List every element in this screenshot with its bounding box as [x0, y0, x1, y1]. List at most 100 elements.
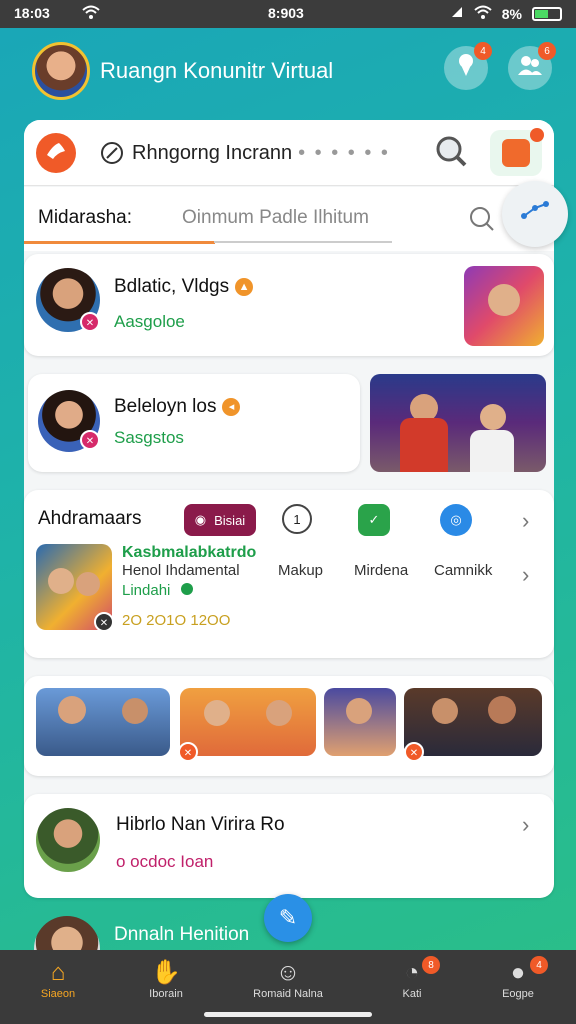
- nav-hand[interactable]: ✋ Iborain: [116, 958, 216, 1000]
- next-title: Dnnaln Henition: [114, 924, 250, 945]
- tab-row: Midarasha: Oinmum Padle Ilhitum: [24, 187, 554, 251]
- nav-label: Siaeon: [40, 988, 76, 1000]
- person-icon: ☺: [275, 959, 301, 986]
- chevron-right-icon[interactable]: ›: [522, 508, 529, 534]
- app-tile-button[interactable]: [490, 128, 544, 176]
- photo-thumbnail[interactable]: [404, 688, 542, 756]
- search-button[interactable]: [432, 134, 470, 172]
- chip-check-icon[interactable]: ✓: [358, 504, 390, 536]
- person-card-1[interactable]: ✕ Bdlatic, Vldgs ▲ Aasgoloe: [24, 254, 554, 356]
- avatar[interactable]: [32, 42, 90, 100]
- thumb-face: [488, 284, 520, 316]
- thumb-face: [266, 700, 292, 726]
- category-card: Ahdramaars ◉ Bisiai 1 ✓ ◎ › ✕ Kasbmalabka…: [24, 490, 554, 658]
- edit-fab[interactable]: ✎: [264, 894, 312, 942]
- wifi-icon: [82, 4, 100, 23]
- hand-icon: ✋: [151, 959, 181, 986]
- thumb-face: [480, 404, 506, 430]
- item-line2: Henol Ihdamental: [122, 562, 240, 579]
- thumb-face: [432, 698, 458, 724]
- home-indicator: [204, 1012, 372, 1017]
- status-time-center: 8:903: [268, 5, 304, 21]
- nav-label: Romaid Nalna: [253, 988, 323, 1000]
- photo-thumbnail[interactable]: [180, 688, 316, 756]
- battery-icon: [532, 6, 562, 21]
- nav-label: Kati: [402, 988, 422, 1000]
- wifi-icon: [474, 4, 492, 23]
- nav-person[interactable]: ☺ Romaid Nalna: [238, 958, 338, 1000]
- badge-icon: ✕: [404, 742, 424, 762]
- nav-label: Iborain: [149, 988, 183, 1000]
- hand-icon: [45, 141, 67, 166]
- photo-thumbnail[interactable]: [324, 688, 396, 756]
- share-fab[interactable]: [502, 181, 568, 247]
- nav-profile[interactable]: ● Eogpe 4: [468, 956, 568, 1000]
- compass-icon: ◔: [404, 959, 420, 986]
- search-row: Rhngorng Incrann • • • • • •: [24, 120, 554, 186]
- thumb-face: [76, 572, 100, 596]
- hand-button[interactable]: [36, 133, 76, 173]
- card-title: Bdlatic, Vldgs ▲: [114, 276, 254, 298]
- avatar: [36, 808, 100, 872]
- nav-label: Eogpe: [502, 988, 534, 1000]
- thumb-face: [122, 698, 148, 724]
- verified-icon: ▲: [235, 277, 254, 296]
- card-subtitle: o ocdoc Ioan: [116, 852, 214, 871]
- ice-cream-icon: [455, 53, 477, 83]
- person-card-5[interactable]: Hibrlo Nan Virira Ro o ocdoc Ioan ›: [24, 794, 554, 898]
- thumbnail-image[interactable]: [464, 266, 544, 346]
- status-bar: 18:03 8:903 8%: [0, 0, 576, 28]
- chip-number[interactable]: 1: [282, 504, 312, 534]
- status-dot-icon: [180, 583, 193, 595]
- thumb-body: [470, 430, 514, 472]
- search-input[interactable]: Rhngorng Incrann • • • • • •: [132, 142, 390, 165]
- verified-icon: ◂: [222, 397, 241, 416]
- badge-icon: ✕: [80, 312, 100, 332]
- card-title-text: Bdlatic, Vldgs: [114, 276, 230, 297]
- item-line3-text: Lindahi: [122, 582, 171, 599]
- nav-compass[interactable]: ◔ Kati 8: [362, 956, 462, 1000]
- play-icon: ◉: [194, 512, 207, 527]
- tab-progress-bar: [24, 241, 216, 244]
- group-button[interactable]: 6: [508, 42, 556, 90]
- pencil-icon: ✎: [278, 905, 298, 930]
- search-dots: • • • • • •: [298, 142, 390, 164]
- badge-icon: ✕: [178, 742, 198, 762]
- badge-icon: ✕: [80, 430, 100, 450]
- app-tile-icon: [502, 139, 530, 167]
- card-subtitle: Sasgstos: [114, 428, 184, 447]
- card-title: Belelоyn los ◂: [114, 396, 241, 418]
- profile-icon: ●: [510, 959, 526, 986]
- thumb-face: [346, 698, 372, 724]
- chevron-right-icon[interactable]: ›: [522, 812, 529, 838]
- column-header[interactable]: Mirdena: [354, 562, 408, 579]
- badge-notify: 4: [474, 42, 492, 60]
- chip-target-icon[interactable]: ◎: [440, 504, 472, 536]
- person-card-2[interactable]: ✕ Belelоyn los ◂ Sasgstos: [28, 374, 360, 472]
- edit-circle-icon: [100, 141, 124, 170]
- thumb-face: [48, 568, 74, 594]
- photo-thumbnail[interactable]: [36, 688, 170, 756]
- item-amount: 2O 2O1O 12OO: [122, 612, 231, 629]
- home-icon: ⌂: [50, 959, 66, 986]
- ice-cream-button[interactable]: 4: [444, 42, 492, 90]
- chip-label: Bisiai: [214, 512, 246, 528]
- video-thumbnail[interactable]: [370, 374, 546, 472]
- nav-home[interactable]: ⌂ Siaeon: [8, 958, 108, 1000]
- app-header: Ruangn Konunitr Virtual 4 6: [0, 28, 576, 118]
- column-header[interactable]: Camnikk: [434, 562, 492, 579]
- thumb-face: [488, 696, 516, 724]
- tab-search-icon[interactable]: [468, 205, 496, 238]
- item-line3: Lindahi: [122, 582, 193, 599]
- card-title: Ahdramaars: [38, 508, 142, 529]
- badge-icon: ✕: [94, 612, 114, 632]
- status-right: 8%: [450, 4, 562, 23]
- column-header[interactable]: Makup: [278, 562, 323, 579]
- chip-primary[interactable]: ◉ Bisiai: [184, 504, 256, 536]
- thumb-face: [58, 696, 86, 724]
- share-icon: [520, 200, 550, 229]
- chevron-right-icon[interactable]: ›: [522, 562, 529, 588]
- badge-group: 6: [538, 42, 556, 60]
- tab-label[interactable]: Midarasha:: [38, 207, 132, 229]
- tab-input[interactable]: Oinmum Padle Ilhitum: [182, 207, 369, 229]
